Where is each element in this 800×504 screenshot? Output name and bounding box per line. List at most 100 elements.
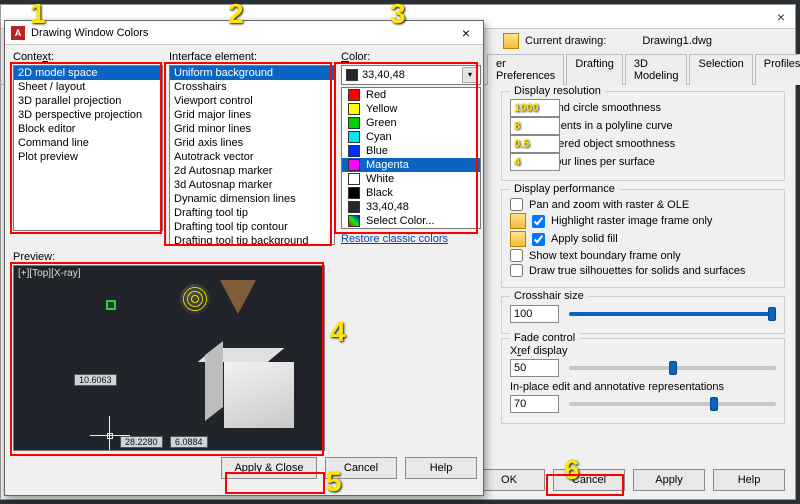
current-drawing-label: Current drawing: <box>525 35 606 47</box>
color-option[interactable]: Green <box>342 116 480 130</box>
tab-profiles[interactable]: Profiles <box>755 54 800 85</box>
slider-thumb[interactable] <box>768 307 776 321</box>
colors-titlebar[interactable]: A Drawing Window Colors × <box>5 21 483 45</box>
close-icon[interactable]: × <box>455 25 477 41</box>
color-label: Color: <box>341 51 481 63</box>
xref-display-value[interactable]: 50 <box>510 359 559 377</box>
drawing-icon <box>503 33 519 49</box>
preview-label: Preview: <box>13 251 335 263</box>
viewport-controls-label: [+][Top][X-ray] <box>18 268 81 279</box>
drawing-window-colors-dialog: A Drawing Window Colors × Context: 2D mo… <box>4 20 484 496</box>
help-button[interactable]: Help <box>713 469 785 491</box>
color-option-label: Cyan <box>366 131 392 143</box>
perf-solid-fill-row: Apply solid fill <box>510 231 776 247</box>
group-display-performance: Display performance Pan and zoom with ra… <box>501 189 785 288</box>
context-item[interactable]: Sheet / layout <box>14 80 162 94</box>
color-option[interactable]: Yellow <box>342 102 480 116</box>
perf-pan-zoom-label: Pan and zoom with raster & OLE <box>529 199 689 211</box>
annotation-3: 3 <box>390 0 406 30</box>
restore-classic-colors-link[interactable]: Restore classic colors <box>341 233 448 245</box>
annotation-2: 2 <box>228 0 244 30</box>
interface-element-item[interactable]: Drafting tool tip contour <box>170 220 334 234</box>
color-option[interactable]: Black <box>342 186 480 200</box>
tab-user-preferences[interactable]: er Preferences <box>487 54 564 85</box>
color-option[interactable]: Blue <box>342 144 480 158</box>
tab-selection[interactable]: Selection <box>689 54 752 85</box>
color-swatch <box>346 69 358 81</box>
interface-element-item[interactable]: Dynamic dimension lines <box>170 192 334 206</box>
context-item[interactable]: Command line <box>14 136 162 150</box>
preview-coord-a: 10.6063 <box>74 374 117 386</box>
color-select[interactable]: 33,40,48 ▾ <box>341 65 481 85</box>
interface-element-item[interactable]: Grid major lines <box>170 108 334 122</box>
color-option[interactable]: Red <box>342 88 480 102</box>
crosshair-size-slider[interactable] <box>569 312 776 316</box>
color-option[interactable]: Magenta <box>342 158 480 172</box>
slider-thumb[interactable] <box>710 397 718 411</box>
interface-element-item[interactable]: 2d Autosnap marker <box>170 164 334 178</box>
preview-coord-c: 6.0884 <box>170 436 208 448</box>
perf-text-boundary-check[interactable] <box>510 249 523 262</box>
close-icon[interactable]: × <box>767 5 795 29</box>
rendered-smoothness-input[interactable] <box>510 135 560 153</box>
interface-element-item[interactable]: Drafting tool tip <box>170 206 334 220</box>
interface-element-item[interactable]: 3d Autosnap marker <box>170 178 334 192</box>
perf-solid-fill-check[interactable] <box>532 233 545 246</box>
perf-highlight-raster-label: Highlight raster image frame only <box>551 215 712 227</box>
polyline-segments-input[interactable] <box>510 117 560 135</box>
color-swatch <box>348 187 360 199</box>
crosshair-size-value[interactable]: 100 <box>510 305 559 323</box>
preview-cone <box>220 280 256 314</box>
color-option[interactable]: 33,40,48 <box>342 200 480 214</box>
context-label: Context: <box>13 51 163 63</box>
perf-pan-zoom-check[interactable] <box>510 198 523 211</box>
context-item[interactable]: Plot preview <box>14 150 162 164</box>
color-swatch <box>348 215 360 227</box>
help-button[interactable]: Help <box>405 457 477 479</box>
context-item[interactable]: 3D parallel projection <box>14 94 162 108</box>
group-crosshair-size: Crosshair size 100 <box>501 296 785 334</box>
color-dropdown-list[interactable]: RedYellowGreenCyanBlueMagentaWhiteBlack3… <box>341 87 481 229</box>
color-option[interactable]: Cyan <box>342 130 480 144</box>
color-option-label: Select Color... <box>366 215 434 227</box>
tab-drafting[interactable]: Drafting <box>566 54 623 85</box>
colors-title-text: Drawing Window Colors <box>31 27 148 39</box>
context-item[interactable]: 3D perspective projection <box>14 108 162 122</box>
interface-element-item[interactable]: Grid axis lines <box>170 136 334 150</box>
tab-3d-modeling[interactable]: 3D Modeling <box>625 54 688 85</box>
color-option-label: Yellow <box>366 103 397 115</box>
chevron-down-icon[interactable]: ▾ <box>462 67 478 83</box>
arc-smoothness-input[interactable] <box>510 99 560 117</box>
slider-thumb[interactable] <box>669 361 677 375</box>
interface-element-listbox[interactable]: Uniform backgroundCrosshairsViewport con… <box>169 65 335 245</box>
interface-element-item[interactable]: Grid minor lines <box>170 122 334 136</box>
interface-element-item[interactable]: Uniform background <box>170 66 334 80</box>
preview-cube <box>224 362 294 428</box>
context-item[interactable]: 2D model space <box>14 66 162 80</box>
color-swatch <box>348 103 360 115</box>
xref-display-slider[interactable] <box>569 366 776 370</box>
contour-lines-input[interactable] <box>510 153 560 171</box>
interface-element-item[interactable]: Autotrack vector <box>170 150 334 164</box>
inplace-edit-slider[interactable] <box>569 402 776 406</box>
color-swatch <box>348 89 360 101</box>
interface-element-item[interactable]: Crosshairs <box>170 80 334 94</box>
color-option[interactable]: White <box>342 172 480 186</box>
inplace-edit-value[interactable]: 70 <box>510 395 559 413</box>
context-item[interactable]: Block editor <box>14 122 162 136</box>
apply-button[interactable]: Apply <box>633 469 705 491</box>
drawing-icon <box>510 231 526 247</box>
contour-lines-row: Contour lines per surface <box>510 154 776 170</box>
color-option[interactable]: Select Color... <box>342 214 480 228</box>
preview-coord-b: 28.2280 <box>120 436 163 448</box>
color-option-label: White <box>366 173 394 185</box>
interface-element-item[interactable]: Drafting tool tip background <box>170 234 334 245</box>
context-listbox[interactable]: 2D model spaceSheet / layout3D parallel … <box>13 65 163 231</box>
perf-highlight-raster-check[interactable] <box>532 215 545 228</box>
perf-true-silhouette-check[interactable] <box>510 264 523 277</box>
interface-element-item[interactable]: Viewport control <box>170 94 334 108</box>
app-icon: A <box>11 26 25 40</box>
apply-and-close-button[interactable]: Apply & Close <box>221 457 317 479</box>
inplace-edit-label: In-place edit and annotative representat… <box>510 381 776 393</box>
annotation-5: 5 <box>326 466 342 498</box>
